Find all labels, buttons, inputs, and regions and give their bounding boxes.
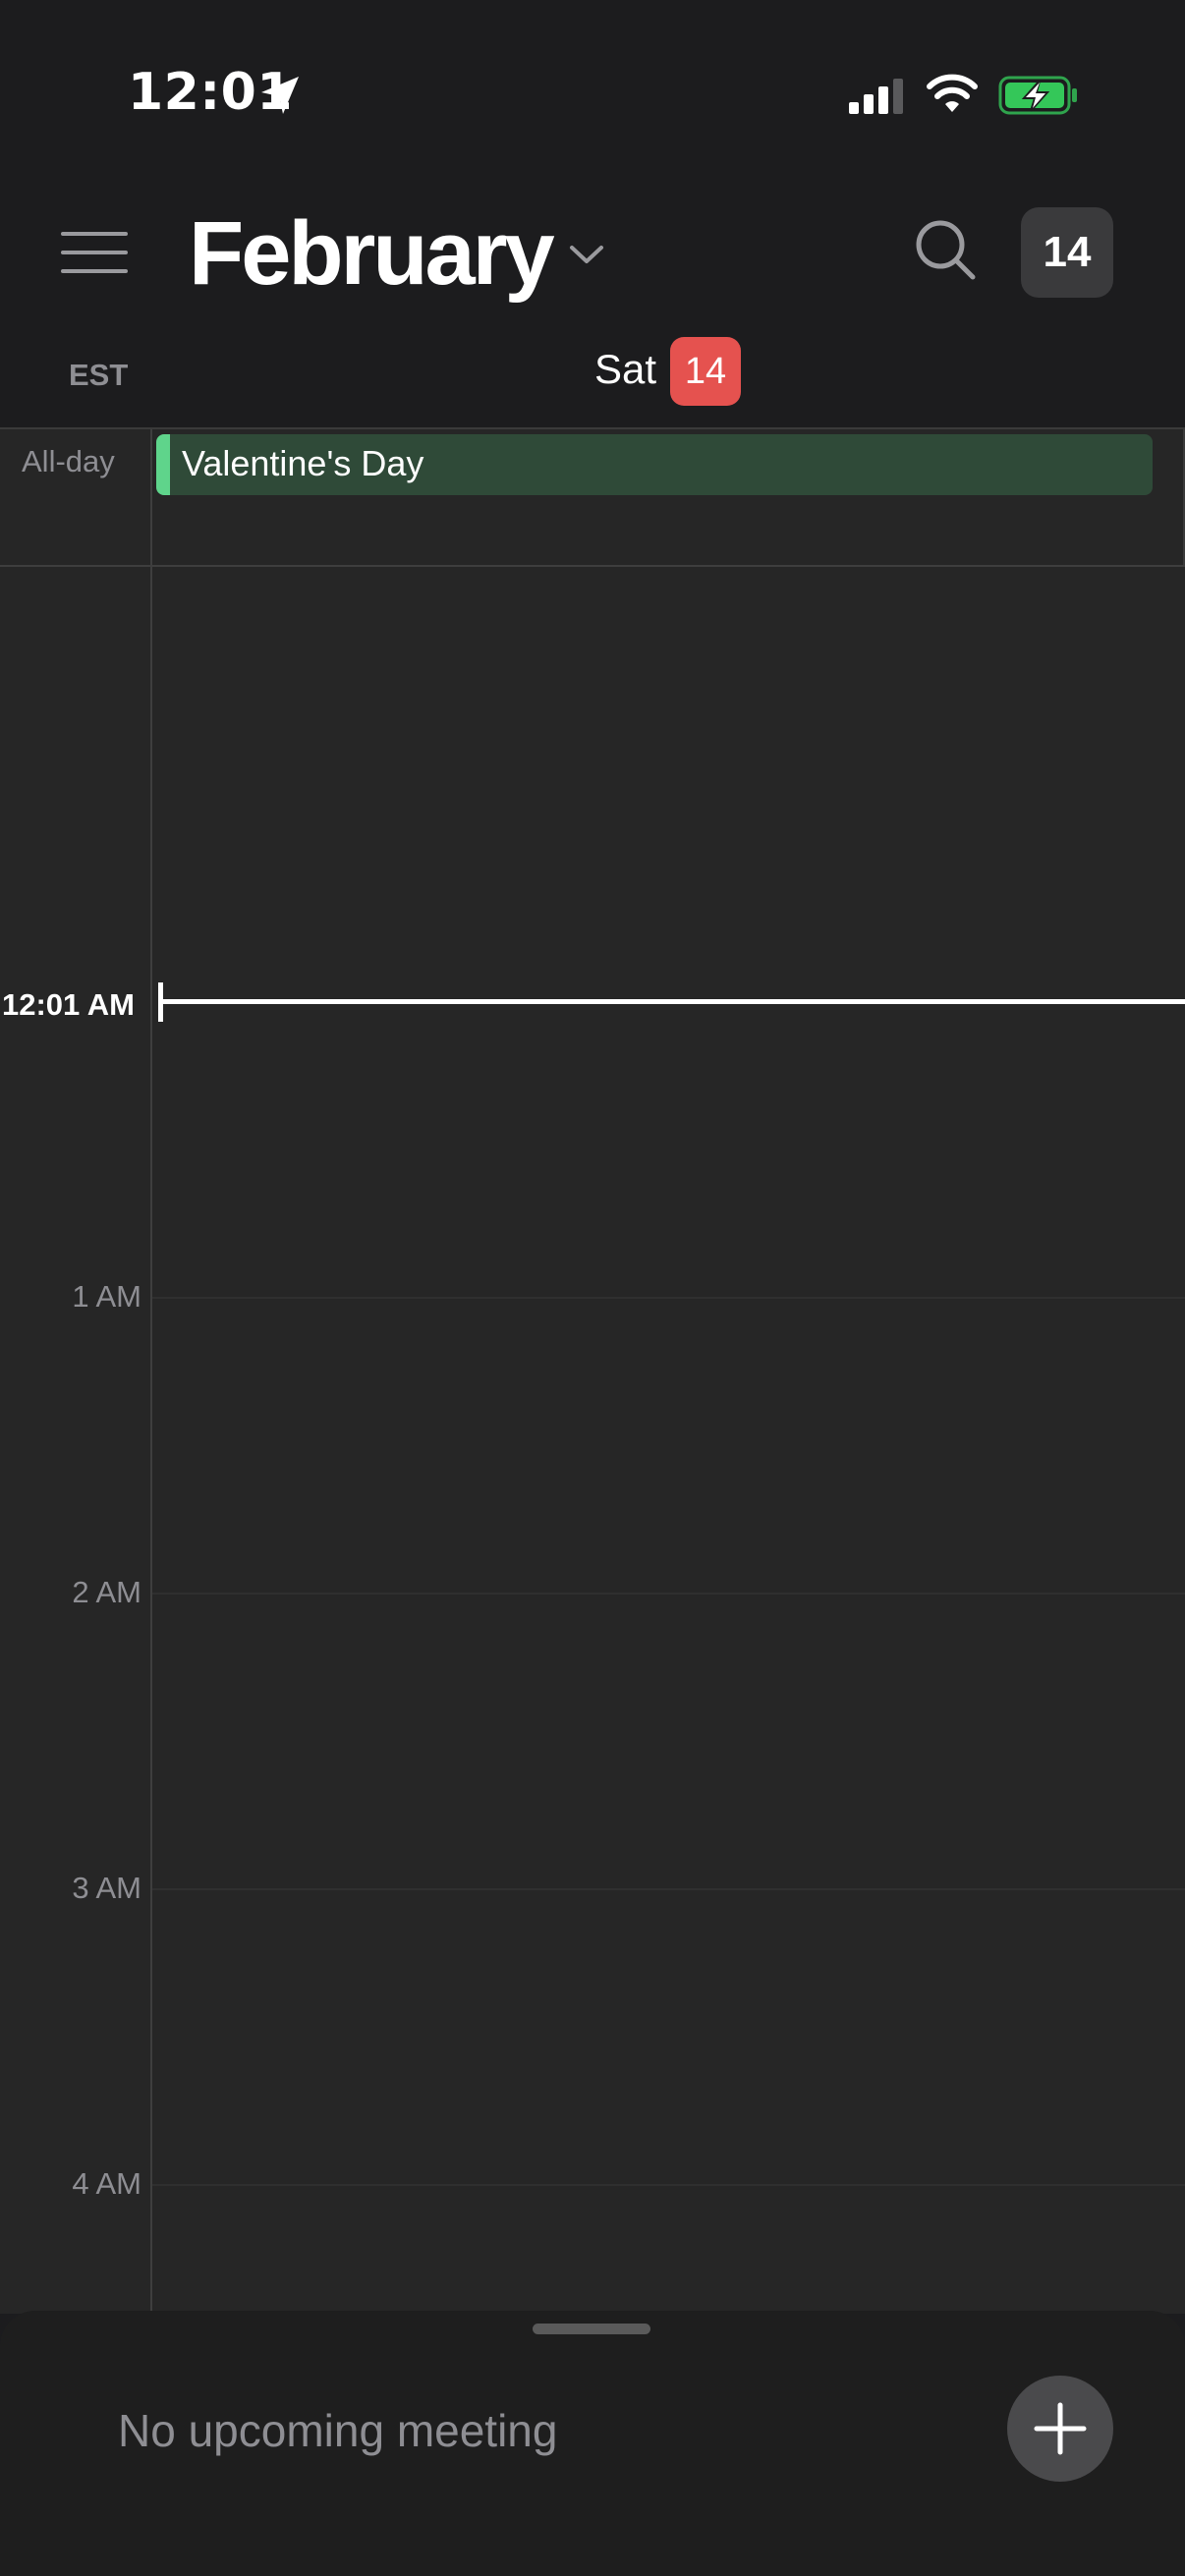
day-grid[interactable] <box>0 427 1185 2314</box>
sheet-drag-handle[interactable] <box>533 2324 650 2334</box>
today-date-badge[interactable]: 14 <box>670 337 741 406</box>
add-event-button[interactable] <box>1007 2376 1113 2482</box>
hour-label: 4 AM <box>72 2166 141 2201</box>
day-name[interactable]: Sat <box>594 346 656 393</box>
timezone-label: EST <box>69 358 129 392</box>
hour-line <box>152 1593 1185 1595</box>
time-gutter-divider <box>150 429 152 2314</box>
battery-charging-icon <box>998 76 1077 115</box>
plus-icon <box>1034 2402 1087 2455</box>
all-day-label: All-day <box>22 444 115 478</box>
current-time-line <box>160 999 1185 1004</box>
cellular-signal-icon <box>849 79 903 114</box>
chevron-down-icon[interactable] <box>568 242 605 267</box>
hour-line <box>152 2184 1185 2186</box>
allday-divider <box>0 565 1185 567</box>
location-arrow-icon <box>261 77 299 114</box>
all-day-event[interactable]: Valentine's Day <box>156 434 1153 495</box>
calendar-header <box>0 187 1185 427</box>
current-time-label: 12:01 AM <box>2 987 135 1022</box>
hamburger-menu-icon[interactable] <box>59 228 130 277</box>
hour-line <box>152 1888 1185 1890</box>
event-title: Valentine's Day <box>182 443 424 483</box>
header-divider <box>0 427 1185 429</box>
hour-label: 1 AM <box>72 1279 141 1314</box>
event-color-bar <box>156 434 170 495</box>
month-title[interactable]: February <box>189 200 555 307</box>
today-button[interactable]: 14 <box>1021 207 1113 298</box>
hour-label: 3 AM <box>72 1871 141 1905</box>
wifi-icon <box>927 74 978 112</box>
search-icon[interactable] <box>914 218 977 281</box>
hour-label: 2 AM <box>72 1575 141 1609</box>
hour-line <box>152 1297 1185 1299</box>
upcoming-meeting-status: No upcoming meeting <box>118 2405 558 2456</box>
